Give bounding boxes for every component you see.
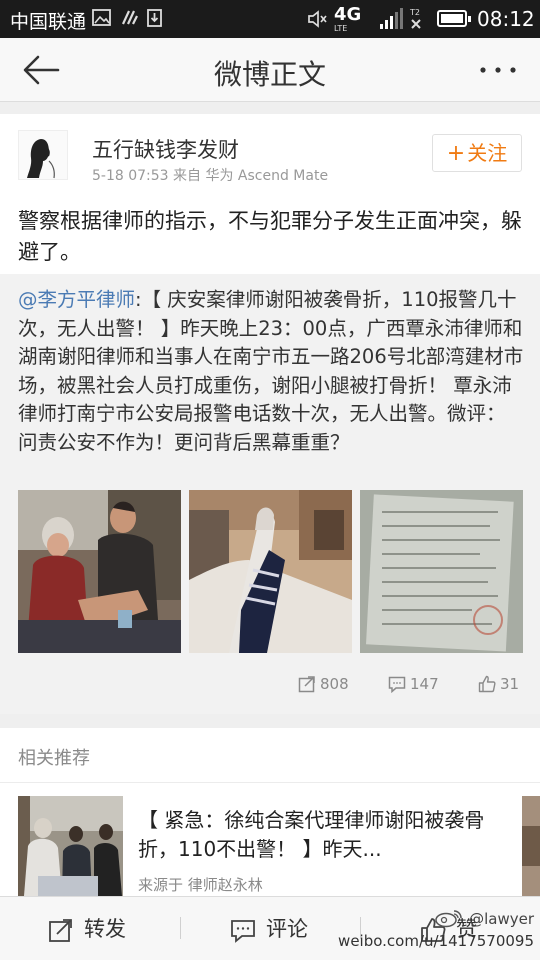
svg-text:T2: T2 <box>409 8 420 17</box>
comment-count-value: 147 <box>410 675 439 693</box>
repost-count[interactable]: 808 <box>298 674 349 694</box>
follow-label: 关注 <box>467 141 508 165</box>
signal-strength-1-icon <box>380 8 403 29</box>
post-meta: 5-18 07:53 来自 华为 Ascend Mate <box>92 168 329 184</box>
police-report-document-photo[interactable] <box>360 490 523 653</box>
avatar[interactable] <box>18 130 68 180</box>
network-type: 4G <box>334 4 362 25</box>
divider <box>0 782 540 783</box>
title-bar: 微博正文 <box>0 38 540 102</box>
weibo-watermark: @lawyer weibo.com/u/1417570095 <box>338 908 534 952</box>
repost-body: :【 庆安案律师谢阳被袭骨折，110报警几十次，无人出警！ 】昨天晚上23：00… <box>18 288 524 454</box>
status-bar: 中国联通 4G LTE T2 08:12 <box>0 0 540 38</box>
follow-button[interactable]: + 关注 <box>432 134 522 172</box>
hospital-visit-photo[interactable] <box>18 490 181 653</box>
related-thumbnail[interactable] <box>18 796 123 896</box>
comment-icon <box>231 920 255 943</box>
page-title: 微博正文 <box>213 58 326 91</box>
related-item-source: 来源于 律师赵永林 <box>138 876 263 894</box>
clock: 08:12 <box>477 7 535 31</box>
network-sub-label: LTE <box>334 24 348 33</box>
post-text: 警察根据律师的指示，不与犯罪分子发生正面冲突，躲避了。 <box>18 209 522 264</box>
mention-link[interactable]: @李方平律师 <box>18 288 135 311</box>
app-notification-icon <box>120 8 140 32</box>
image-notification-icon <box>92 8 112 32</box>
repost-count-value: 808 <box>320 675 349 693</box>
divider <box>180 917 181 939</box>
related-thumbnail-2[interactable] <box>522 796 540 896</box>
mute-icon <box>306 8 328 34</box>
repost-block[interactable]: @李方平律师:【 庆安案律师谢阳被袭骨折，110报警几十次，无人出警！ 】昨天晚… <box>0 274 540 714</box>
plus-icon: + <box>446 141 466 166</box>
repost-icon <box>298 676 315 693</box>
thumbs-up-icon <box>478 675 496 693</box>
injured-leg-photo[interactable] <box>189 490 352 653</box>
related-title: 相关推荐 <box>18 748 90 769</box>
like-count-value: 31 <box>500 675 520 693</box>
more-dots-icon[interactable] <box>478 60 518 80</box>
signal-strength-2-icon: T2 <box>409 8 421 29</box>
battery-icon <box>437 10 471 27</box>
related-item-title[interactable]: 【 紧急：徐纯合案代理律师谢阳被袭骨折，110不出警！ 】昨天... <box>138 806 488 864</box>
carrier-name: 中国联通 <box>10 11 87 33</box>
related-section: 相关推荐 【 紧急：徐纯合案代理律师谢阳被袭骨折，110不出警！ 】昨天... … <box>0 728 540 896</box>
comment-button[interactable]: 评论 <box>230 915 340 943</box>
repost-text: @李方平律师:【 庆安案律师谢阳被袭骨折，110报警几十次，无人出警！ 】昨天晚… <box>18 286 524 457</box>
weibo-logo-icon <box>435 910 463 928</box>
comment-label: 评论 <box>266 917 308 941</box>
repost-label: 转发 <box>84 917 126 941</box>
download-notification-icon <box>146 8 164 32</box>
like-count[interactable]: 31 <box>478 674 519 694</box>
post-card: 五行缺钱李发财 5-18 07:53 来自 华为 Ascend Mate + 关注… <box>0 114 540 714</box>
repost-icon <box>49 919 72 942</box>
comment-icon <box>388 676 406 694</box>
repost-button[interactable]: 转发 <box>48 915 158 943</box>
comment-count[interactable]: 147 <box>388 674 439 694</box>
watermark-user: @lawyer <box>338 908 534 930</box>
watermark-user-text: @lawyer <box>469 910 534 928</box>
watermark-url: weibo.com/u/1417570095 <box>338 932 534 950</box>
author-name[interactable]: 五行缺钱李发财 <box>92 134 239 164</box>
